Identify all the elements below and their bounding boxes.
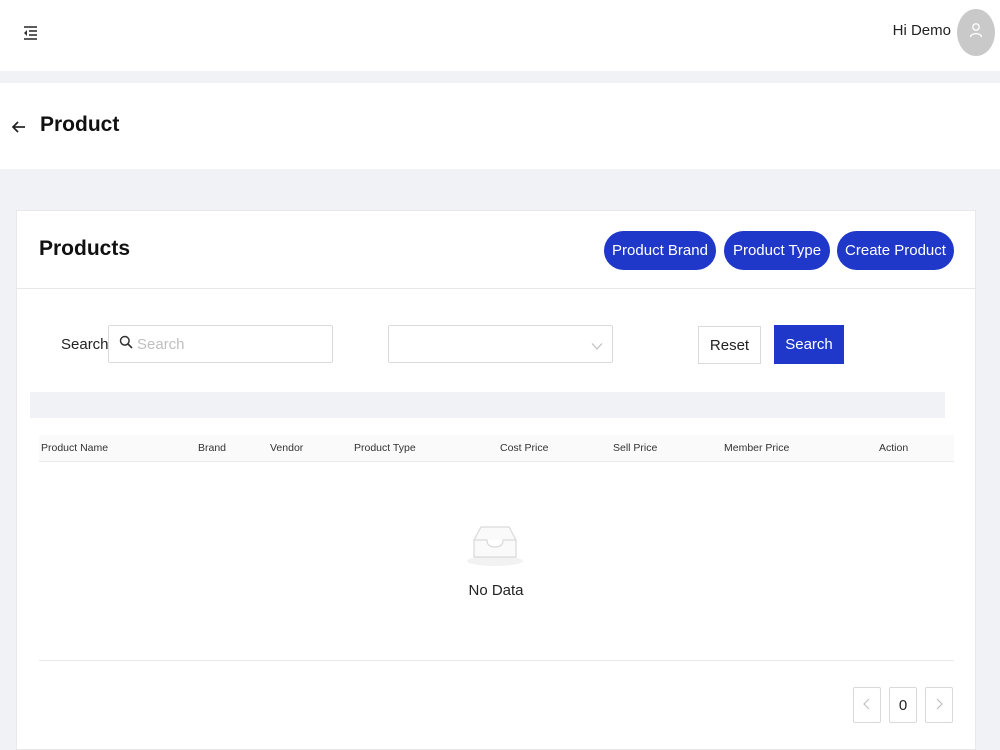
empty-inbox-icon bbox=[465, 516, 525, 568]
divider bbox=[39, 660, 954, 661]
toolbar-strip bbox=[30, 392, 945, 418]
page-header: Product bbox=[0, 83, 1000, 169]
search-input[interactable] bbox=[137, 335, 317, 353]
column-header-brand[interactable]: Brand bbox=[198, 442, 226, 454]
product-brand-button[interactable]: Product Brand bbox=[604, 231, 716, 270]
arrow-left-icon[interactable] bbox=[9, 117, 29, 137]
column-header-action: Action bbox=[879, 442, 909, 454]
chevron-left-icon bbox=[862, 698, 872, 713]
product-type-button[interactable]: Product Type bbox=[724, 231, 830, 270]
avatar[interactable] bbox=[957, 9, 995, 56]
card-header: Products Product Brand Product Type Crea… bbox=[17, 211, 975, 289]
filter-select[interactable] bbox=[388, 325, 613, 363]
products-card: Products Product Brand Product Type Crea… bbox=[16, 210, 976, 750]
user-greeting: Hi Demo bbox=[892, 22, 951, 39]
search-label: Search: bbox=[61, 336, 113, 353]
column-header-product-name[interactable]: Product Name bbox=[41, 442, 108, 454]
column-header-vendor[interactable]: Vendor bbox=[270, 442, 303, 454]
pagination-prev-button[interactable] bbox=[853, 687, 881, 723]
table-header: Product Name Brand Vendor Product Type C… bbox=[39, 435, 954, 462]
page-title: Product bbox=[40, 113, 120, 136]
column-header-cost-price[interactable]: Cost Price bbox=[500, 442, 548, 454]
pagination-next-button[interactable] bbox=[925, 687, 953, 723]
search-field[interactable] bbox=[108, 325, 333, 363]
pagination-current-page[interactable]: 0 bbox=[889, 687, 917, 723]
column-header-sell-price[interactable]: Sell Price bbox=[613, 442, 657, 454]
card-title: Products bbox=[39, 237, 131, 260]
search-button[interactable]: Search bbox=[774, 325, 844, 364]
user-icon bbox=[969, 22, 983, 43]
create-product-button[interactable]: Create Product bbox=[837, 231, 954, 270]
top-bar: Hi Demo bbox=[0, 0, 1000, 71]
empty-state-text: No Data bbox=[468, 582, 524, 599]
reset-button[interactable]: Reset bbox=[698, 326, 761, 364]
search-icon bbox=[119, 335, 133, 354]
chevron-right-icon bbox=[934, 698, 944, 713]
column-header-product-type[interactable]: Product Type bbox=[354, 442, 416, 454]
menu-fold-icon[interactable] bbox=[20, 22, 42, 44]
chevron-down-icon bbox=[591, 339, 603, 351]
column-header-member-price[interactable]: Member Price bbox=[724, 442, 789, 454]
